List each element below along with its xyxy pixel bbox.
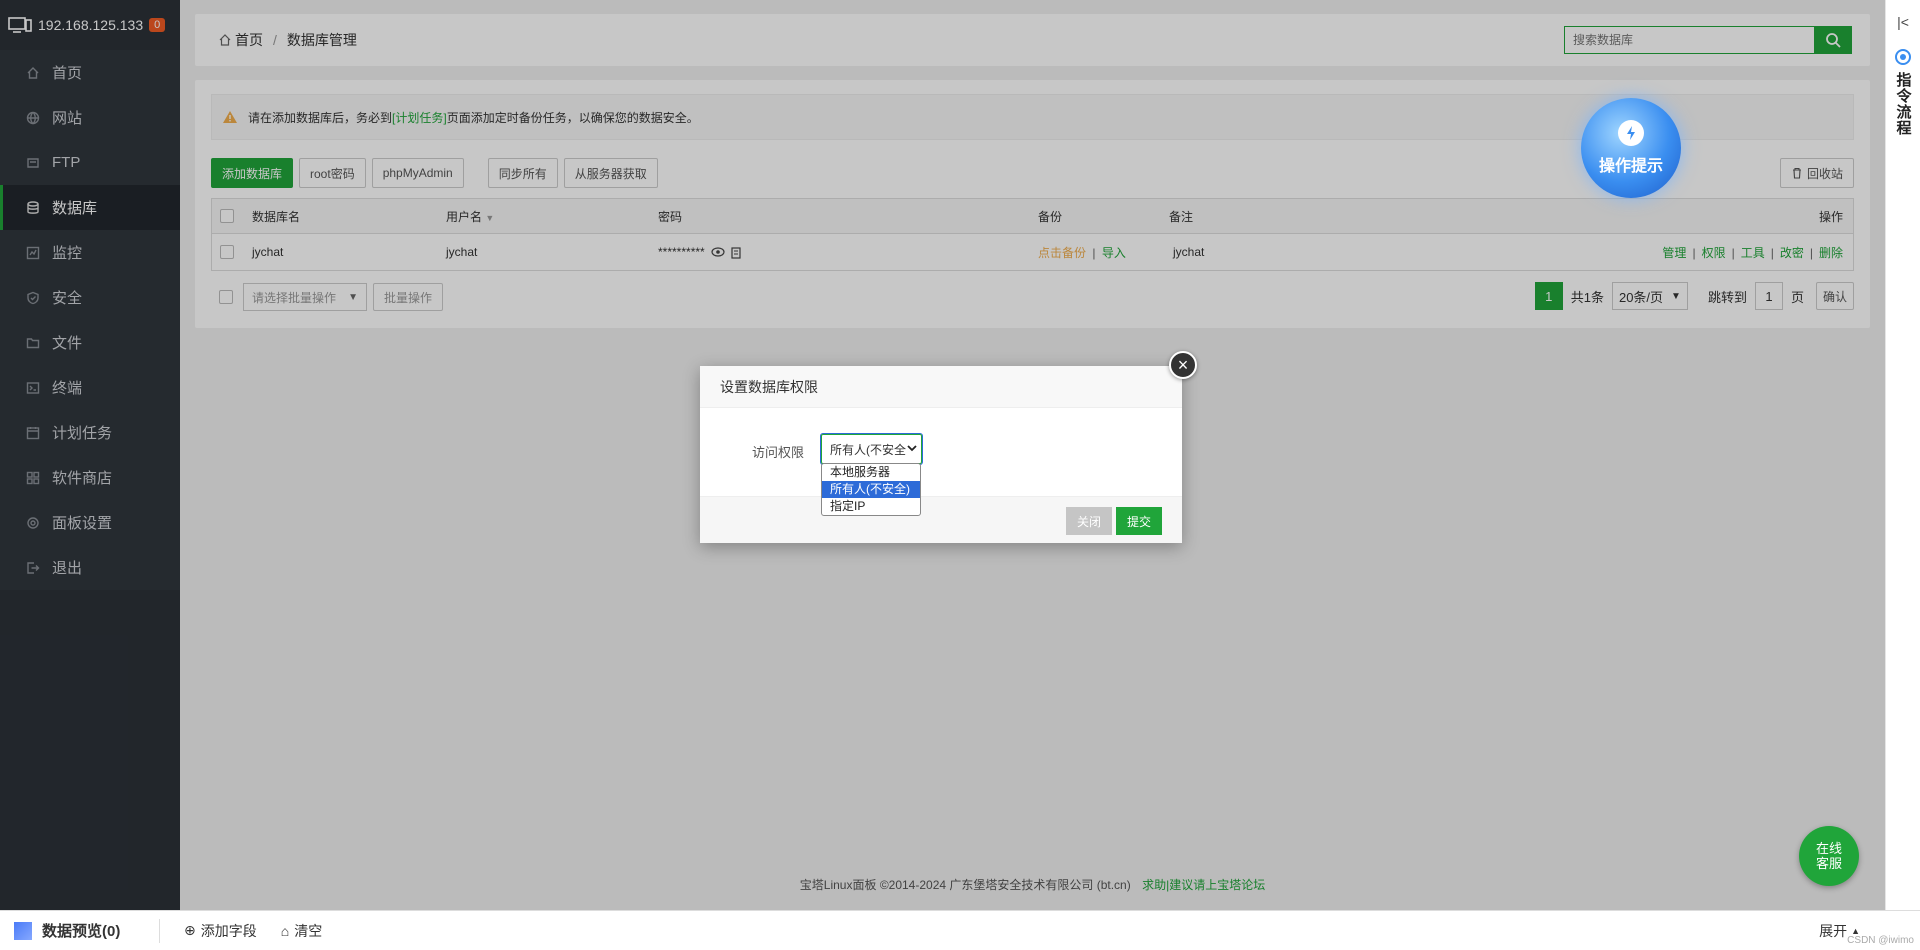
access-permission-select[interactable]: 所有人(不安全 (821, 434, 922, 464)
permission-dialog: 设置数据库权限 × 访问权限 所有人(不安全 本地服务器 所有人(不安全) 指定IP… (700, 351, 1197, 543)
collapse-icon[interactable]: |< (1897, 14, 1909, 30)
online-support-button[interactable]: 在线 客服 (1799, 826, 1859, 886)
submit-button[interactable]: 提交 (1116, 507, 1163, 535)
watermark: CSDN @iwimo (1847, 935, 1914, 946)
add-field-button[interactable]: ⊕ 添加字段 (184, 921, 257, 941)
dropdown-option-0[interactable]: 本地服务器 (822, 464, 920, 481)
clear-button[interactable]: ⌂ 清空 (281, 921, 322, 941)
plus-circle-icon: ⊕ (184, 922, 196, 938)
instruction-flow-label[interactable]: 指令流程 (1893, 72, 1914, 136)
close-icon[interactable]: × (1169, 351, 1197, 379)
dropdown-option-1[interactable]: 所有人(不安全) (822, 481, 920, 498)
preview-icon (14, 921, 32, 940)
assistant-logo-icon[interactable] (1894, 48, 1912, 66)
access-permission-label: 访问权限 (752, 445, 805, 460)
tips-bubble-label: 操作提示 (1598, 158, 1663, 175)
dialog-footer: 关闭 提交 (700, 496, 1182, 543)
access-permission-value: 所有人(不安全 (830, 442, 906, 457)
data-preview-label: 数据预览(0) (42, 923, 121, 940)
data-preview[interactable]: 数据预览(0) (0, 918, 160, 943)
clear-label: 清空 (294, 922, 323, 939)
chevron-up-icon: ▲ (1851, 925, 1860, 936)
dialog-body: 访问权限 所有人(不安全 (700, 408, 1182, 496)
right-panel: |< 指令流程 (1885, 0, 1920, 910)
add-field-label: 添加字段 (200, 922, 257, 939)
dialog-title: 设置数据库权限 (700, 366, 1182, 408)
tips-bubble[interactable]: 操作提示 (1581, 98, 1681, 198)
chevron-down-icon (907, 445, 917, 452)
bottom-bar: 数据预览(0) ⊕ 添加字段 ⌂ 清空 展开 ▲ CSDN @iwimo (0, 910, 1920, 950)
close-button[interactable]: 关闭 (1066, 507, 1113, 535)
access-permission-dropdown: 本地服务器 所有人(不安全) 指定IP (821, 463, 921, 516)
chat-line-1: 在线 (1815, 841, 1842, 856)
lightbulb-icon (1618, 120, 1644, 146)
basket-icon: ⌂ (280, 922, 290, 939)
expand-label: 展开 (1819, 922, 1848, 939)
dropdown-option-2[interactable]: 指定IP (822, 498, 920, 515)
chat-line-2: 客服 (1815, 856, 1842, 871)
